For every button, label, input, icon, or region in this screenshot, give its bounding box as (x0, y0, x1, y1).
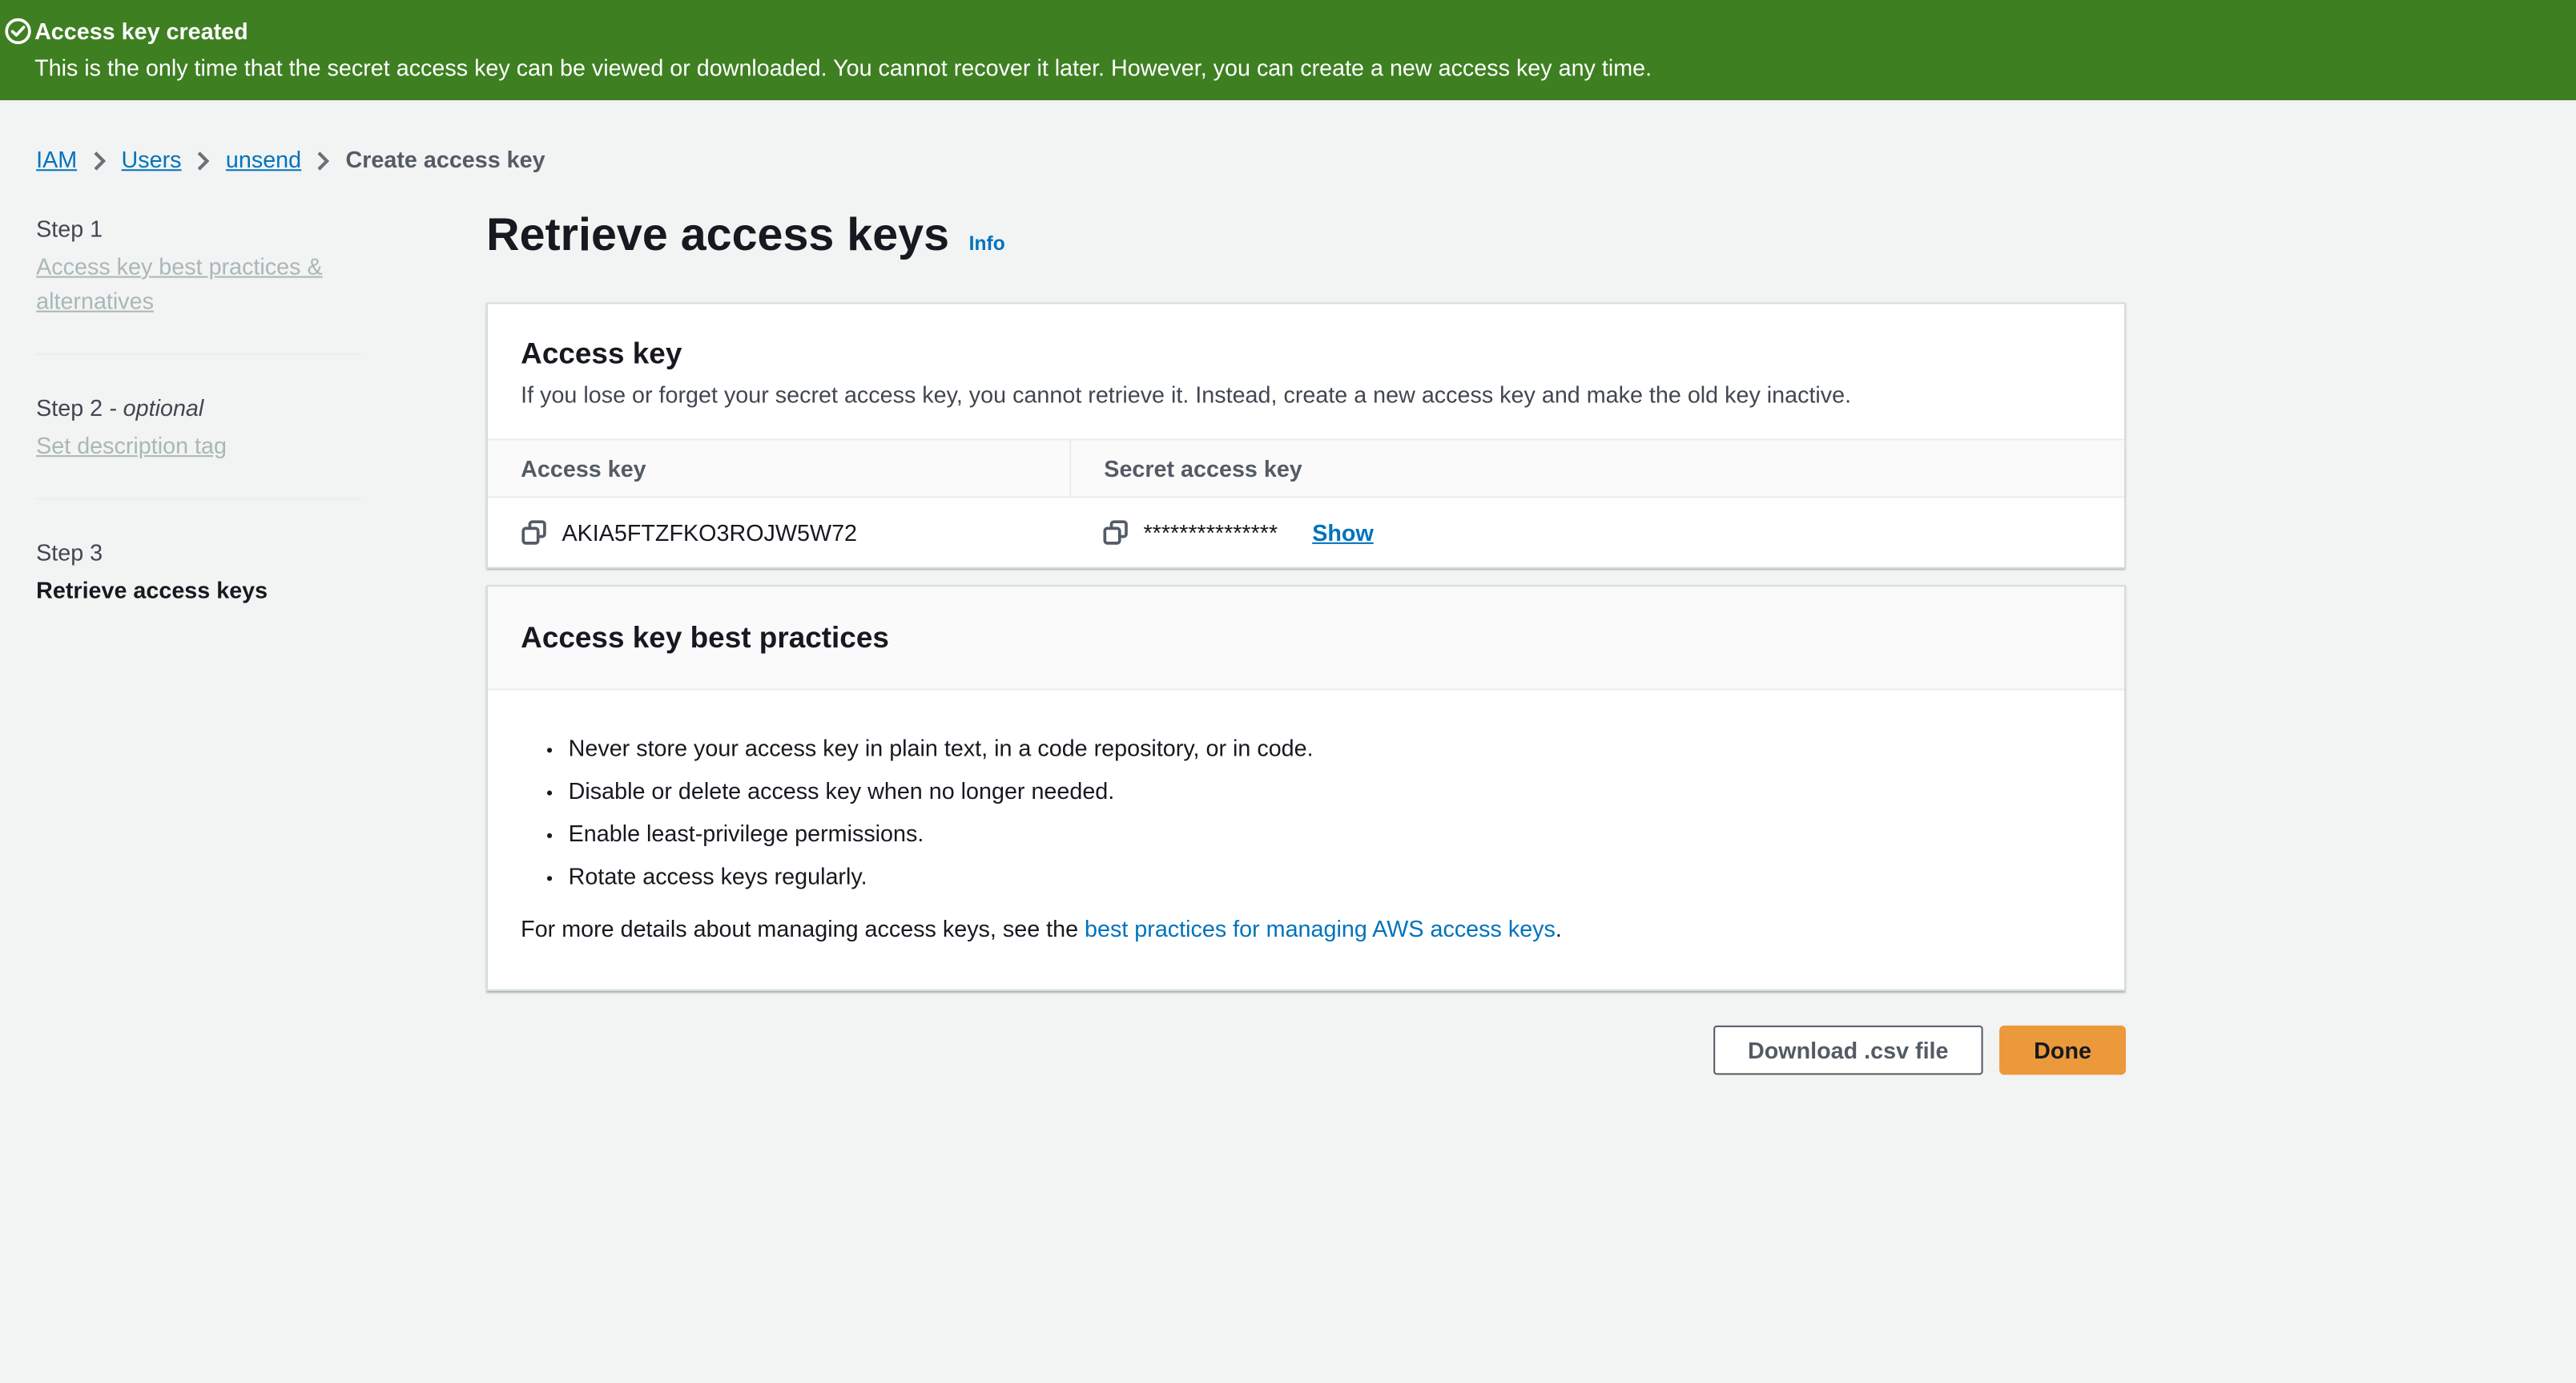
access-key-card-description: If you lose or forget your secret access… (521, 378, 2091, 411)
footer-text: For more details about managing access k… (521, 915, 1085, 941)
copy-secret-key-button[interactable] (1102, 519, 1129, 546)
chevron-right-icon (316, 151, 331, 171)
best-practices-footer: For more details about managing access k… (521, 912, 2091, 945)
access-key-card-title: Access key (521, 335, 2091, 371)
page-header: Retrieve access keys Info (486, 207, 2126, 263)
download-csv-button[interactable]: Download .csv file (1713, 1026, 1983, 1075)
flash-title: Access key created (34, 14, 2543, 47)
wizard-step-3: Step 3 Retrieve access keys (36, 536, 361, 607)
access-key-cell: AKIA5FTZFKO3ROJW5W72 (488, 498, 1069, 567)
access-key-card: Access key If you lose or forget your se… (486, 302, 2126, 568)
action-buttons: Download .csv file Done (486, 1026, 2126, 1075)
breadcrumb: IAM Users unsend Create access key (36, 147, 2576, 173)
page-grid: Step 1 Access key best practices & alter… (36, 212, 2576, 1075)
breadcrumb-current: Create access key (346, 147, 545, 173)
main-panel: Retrieve access keys Info Access key If … (486, 212, 2126, 1075)
flash-content: Access key created This is the only time… (34, 14, 2543, 83)
step-current-label: Retrieve access keys (36, 574, 361, 607)
breadcrumb-link-iam[interactable]: IAM (36, 147, 77, 173)
best-practices-card-body: Never store your access key in plain tex… (488, 690, 2124, 989)
secret-key-masked: *************** (1144, 516, 1278, 549)
best-practices-list: Never store your access key in plain tex… (521, 732, 2091, 893)
breadcrumb-link-users[interactable]: Users (122, 147, 182, 173)
step-number-label: Step 3 (36, 539, 103, 566)
divider (36, 353, 361, 355)
column-header-access-key: Access key (488, 441, 1069, 497)
step-number: Step 1 (36, 212, 361, 245)
content-area: IAM Users unsend Create access key Step … (0, 100, 2576, 1075)
success-flashbar: Access key created This is the only time… (0, 0, 2576, 100)
aws-console-page: Access key created This is the only time… (0, 0, 2576, 1383)
copy-access-key-button[interactable] (521, 519, 547, 546)
access-key-card-header: Access key If you lose or forget your se… (488, 304, 2124, 440)
step-number-label: Step 2 (36, 394, 109, 421)
list-item: Never store your access key in plain tex… (569, 732, 2091, 764)
info-link[interactable]: Info (969, 232, 1005, 255)
step-number: Step 2 - optional (36, 391, 361, 424)
wizard-step-1: Step 1 Access key best practices & alter… (36, 212, 361, 319)
best-practices-link[interactable]: best practices for managing AWS access k… (1085, 915, 1556, 941)
list-item: Enable least-privilege permissions. (569, 816, 2091, 849)
wizard-step-2: Step 2 - optional Set description tag (36, 391, 361, 463)
column-header-secret-access-key: Secret access key (1069, 441, 2124, 497)
chevron-right-icon (196, 151, 211, 171)
table-header-row: Access key Secret access key (488, 441, 2124, 498)
done-button[interactable]: Done (1999, 1026, 2126, 1075)
best-practices-card: Access key best practices Never store yo… (486, 585, 2126, 991)
wizard-steps-nav: Step 1 Access key best practices & alter… (36, 212, 361, 1075)
breadcrumb-link-unsend[interactable]: unsend (226, 147, 301, 173)
divider (36, 498, 361, 499)
list-item: Disable or delete access key when no lon… (569, 774, 2091, 807)
step-link-description-tag[interactable]: Set description tag (36, 432, 227, 458)
show-secret-link[interactable]: Show (1312, 516, 1374, 549)
footer-text: . (1556, 915, 1562, 941)
step-optional-label: - optional (109, 394, 203, 421)
flash-description: This is the only time that the secret ac… (34, 51, 2543, 84)
step-number: Step 3 (36, 536, 361, 569)
table-row: AKIA5FTZFKO3ROJW5W72 *************** (488, 498, 2124, 567)
access-key-value: AKIA5FTZFKO3ROJW5W72 (561, 516, 857, 549)
list-item: Rotate access keys regularly. (569, 860, 2091, 893)
chevron-right-icon (92, 151, 107, 171)
page-title: Retrieve access keys (486, 207, 949, 263)
best-practices-card-header: Access key best practices (488, 587, 2124, 690)
access-key-table: Access key Secret access key (488, 441, 2124, 567)
secret-access-key-cell: *************** Show (1069, 498, 2124, 567)
step-link-best-practices[interactable]: Access key best practices & alternatives (36, 253, 322, 314)
check-circle-icon (5, 18, 31, 45)
step-number-label: Step 1 (36, 216, 103, 242)
best-practices-card-title: Access key best practices (521, 619, 2091, 655)
